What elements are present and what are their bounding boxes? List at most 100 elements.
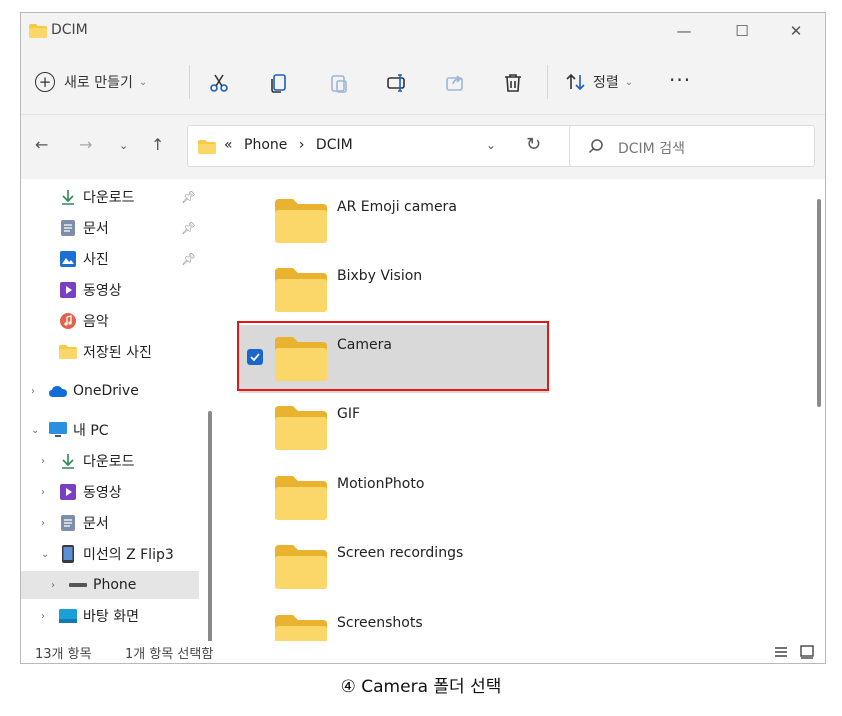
- sidebar-item-label: Phone: [93, 577, 137, 593]
- collapse-chevron-icon[interactable]: ⌄: [31, 425, 39, 436]
- expand-chevron-icon[interactable]: ›: [41, 456, 45, 467]
- drive-icon: [69, 576, 87, 594]
- more-options-button[interactable]: ···: [669, 68, 691, 92]
- refresh-icon[interactable]: ↻: [526, 134, 541, 155]
- pictures-icon: [59, 250, 77, 268]
- navigation-bar: ← → ⌄ ↑ « Phone › DCIM ⌄ ↻ DCIM 검색: [21, 115, 825, 179]
- cut-button[interactable]: [205, 69, 233, 97]
- folder-screen-recordings[interactable]: Screen recordings: [239, 533, 549, 601]
- sidebar-scrollbar[interactable]: [208, 411, 212, 641]
- breadcrumb-overflow[interactable]: «: [224, 137, 233, 153]
- delete-icon: [505, 74, 521, 92]
- breadcrumb-phone[interactable]: Phone: [244, 137, 287, 153]
- back-arrow-icon[interactable]: ←: [35, 135, 48, 154]
- sidebar-item-this-pc[interactable]: ⌄ 내 PC: [21, 416, 199, 444]
- folder-name: AR Emoji camera: [337, 199, 457, 215]
- share-icon: [446, 75, 463, 91]
- forward-arrow-icon[interactable]: →: [79, 135, 92, 154]
- new-button[interactable]: + 새로 만들기 ⌄: [35, 67, 147, 97]
- music-icon: [59, 312, 77, 330]
- chevron-down-icon: ⌄: [624, 76, 634, 88]
- selection-count: 1개 항목 선택함: [125, 647, 214, 662]
- sidebar-item-desktop[interactable]: › 바탕 화면: [21, 602, 199, 630]
- expand-chevron-icon[interactable]: ›: [41, 611, 45, 622]
- folder-motionphoto[interactable]: MotionPhoto: [239, 464, 549, 532]
- sidebar-item-downloads[interactable]: › 다운로드: [21, 447, 199, 475]
- sidebar-item-music-quick[interactable]: 음악: [21, 307, 199, 335]
- breadcrumb-separator: ›: [298, 137, 305, 153]
- sidebar-item-videos[interactable]: › 동영상: [21, 478, 199, 506]
- rename-button[interactable]: [383, 69, 411, 97]
- folder-screenshots[interactable]: Screenshots: [239, 603, 549, 641]
- sidebar-item-onedrive[interactable]: › OneDrive: [21, 377, 199, 405]
- minimize-button[interactable]: —: [655, 13, 713, 49]
- search-box[interactable]: DCIM 검색: [569, 125, 815, 167]
- chevron-down-icon[interactable]: ⌄: [486, 138, 496, 152]
- title-bar: DCIM — ☐ ✕: [21, 13, 825, 49]
- sidebar-item-phone[interactable]: › Phone: [21, 571, 199, 599]
- expand-chevron-icon[interactable]: ›: [31, 386, 35, 397]
- recent-locations-icon[interactable]: ⌄: [119, 139, 128, 152]
- folder-icon: [275, 476, 327, 520]
- pin-icon[interactable]: 📌︎: [181, 221, 196, 235]
- new-button-label: 새로 만들기: [64, 75, 133, 91]
- plus-icon: +: [35, 72, 55, 92]
- folder-gif[interactable]: GIF: [239, 394, 549, 462]
- pin-icon[interactable]: 📌︎: [181, 190, 196, 204]
- download-icon: [59, 188, 77, 206]
- folder-name: MotionPhoto: [337, 476, 425, 492]
- sidebar-item-label: 문서: [83, 221, 109, 237]
- close-button[interactable]: ✕: [767, 13, 825, 49]
- copy-button[interactable]: [265, 69, 293, 97]
- details-view-icon[interactable]: [773, 644, 789, 660]
- paste-button[interactable]: [325, 69, 353, 97]
- sidebar-item-label: OneDrive: [73, 383, 139, 399]
- sidebar-item-label: 저장된 사진: [83, 345, 152, 361]
- sidebar-item-documents-quick[interactable]: 문서 📌︎: [21, 214, 199, 242]
- document-icon: [59, 514, 77, 532]
- folder-icon: [59, 343, 77, 361]
- sidebar-item-documents[interactable]: › 문서: [21, 509, 199, 537]
- folder-name: Screenshots: [337, 615, 423, 631]
- rename-icon: [387, 74, 405, 92]
- folder-icon: [275, 199, 327, 243]
- delete-button[interactable]: [499, 69, 527, 97]
- collapse-chevron-icon[interactable]: ⌄: [41, 549, 49, 560]
- expand-chevron-icon[interactable]: ›: [51, 580, 55, 591]
- sidebar-item-label: 동영상: [83, 283, 122, 299]
- address-bar[interactable]: « Phone › DCIM ⌄ ↻: [187, 125, 577, 167]
- phone-icon: [59, 545, 77, 563]
- sort-button[interactable]: 정렬 ⌄: [565, 67, 633, 97]
- folder-ar-emoji-camera[interactable]: AR Emoji camera: [239, 187, 549, 255]
- sidebar-item-label: 문서: [83, 516, 109, 532]
- expand-chevron-icon[interactable]: ›: [41, 487, 45, 498]
- sidebar-item-videos-quick[interactable]: 동영상: [21, 276, 199, 304]
- cloud-icon: [49, 382, 67, 400]
- sidebar-item-label: 사진: [83, 252, 109, 268]
- copy-icon: [271, 74, 286, 93]
- sidebar-item-saved-pictures[interactable]: 저장된 사진: [21, 338, 199, 366]
- item-count: 13개 항목: [35, 647, 92, 662]
- command-bar: + 새로 만들기 ⌄ 정렬 ⌄ ···: [21, 49, 825, 115]
- pin-icon[interactable]: 📌︎: [181, 252, 196, 266]
- sort-label: 정렬: [593, 75, 619, 91]
- large-icons-view-icon[interactable]: [799, 644, 815, 660]
- file-list: AR Emoji camera Bixby Vision Camera GIF …: [219, 179, 825, 641]
- video-icon: [59, 483, 77, 501]
- sidebar-item-downloads-quick[interactable]: 다운로드 📌︎: [21, 183, 199, 211]
- pc-icon: [49, 421, 67, 439]
- file-explorer-window: DCIM — ☐ ✕ + 새로 만들기 ⌄ 정렬 ⌄ ··· ← → ⌄ ↑ «…: [20, 12, 826, 664]
- folder-icon: [275, 545, 327, 589]
- up-arrow-icon[interactable]: ↑: [151, 135, 164, 154]
- sidebar-item-z-flip3[interactable]: ⌄ 미선의 Z Flip3: [21, 540, 199, 568]
- sidebar-item-label: 동영상: [83, 485, 122, 501]
- breadcrumb-dcim[interactable]: DCIM: [316, 137, 353, 153]
- toolbar-divider: [547, 65, 548, 99]
- share-button[interactable]: [441, 69, 469, 97]
- content-scrollbar[interactable]: [817, 199, 821, 407]
- folder-bixby-vision[interactable]: Bixby Vision: [239, 256, 549, 324]
- expand-chevron-icon[interactable]: ›: [41, 518, 45, 529]
- sidebar-item-pictures-quick[interactable]: 사진 📌︎: [21, 245, 199, 273]
- maximize-button[interactable]: ☐: [713, 13, 771, 49]
- folder-icon: [275, 615, 327, 641]
